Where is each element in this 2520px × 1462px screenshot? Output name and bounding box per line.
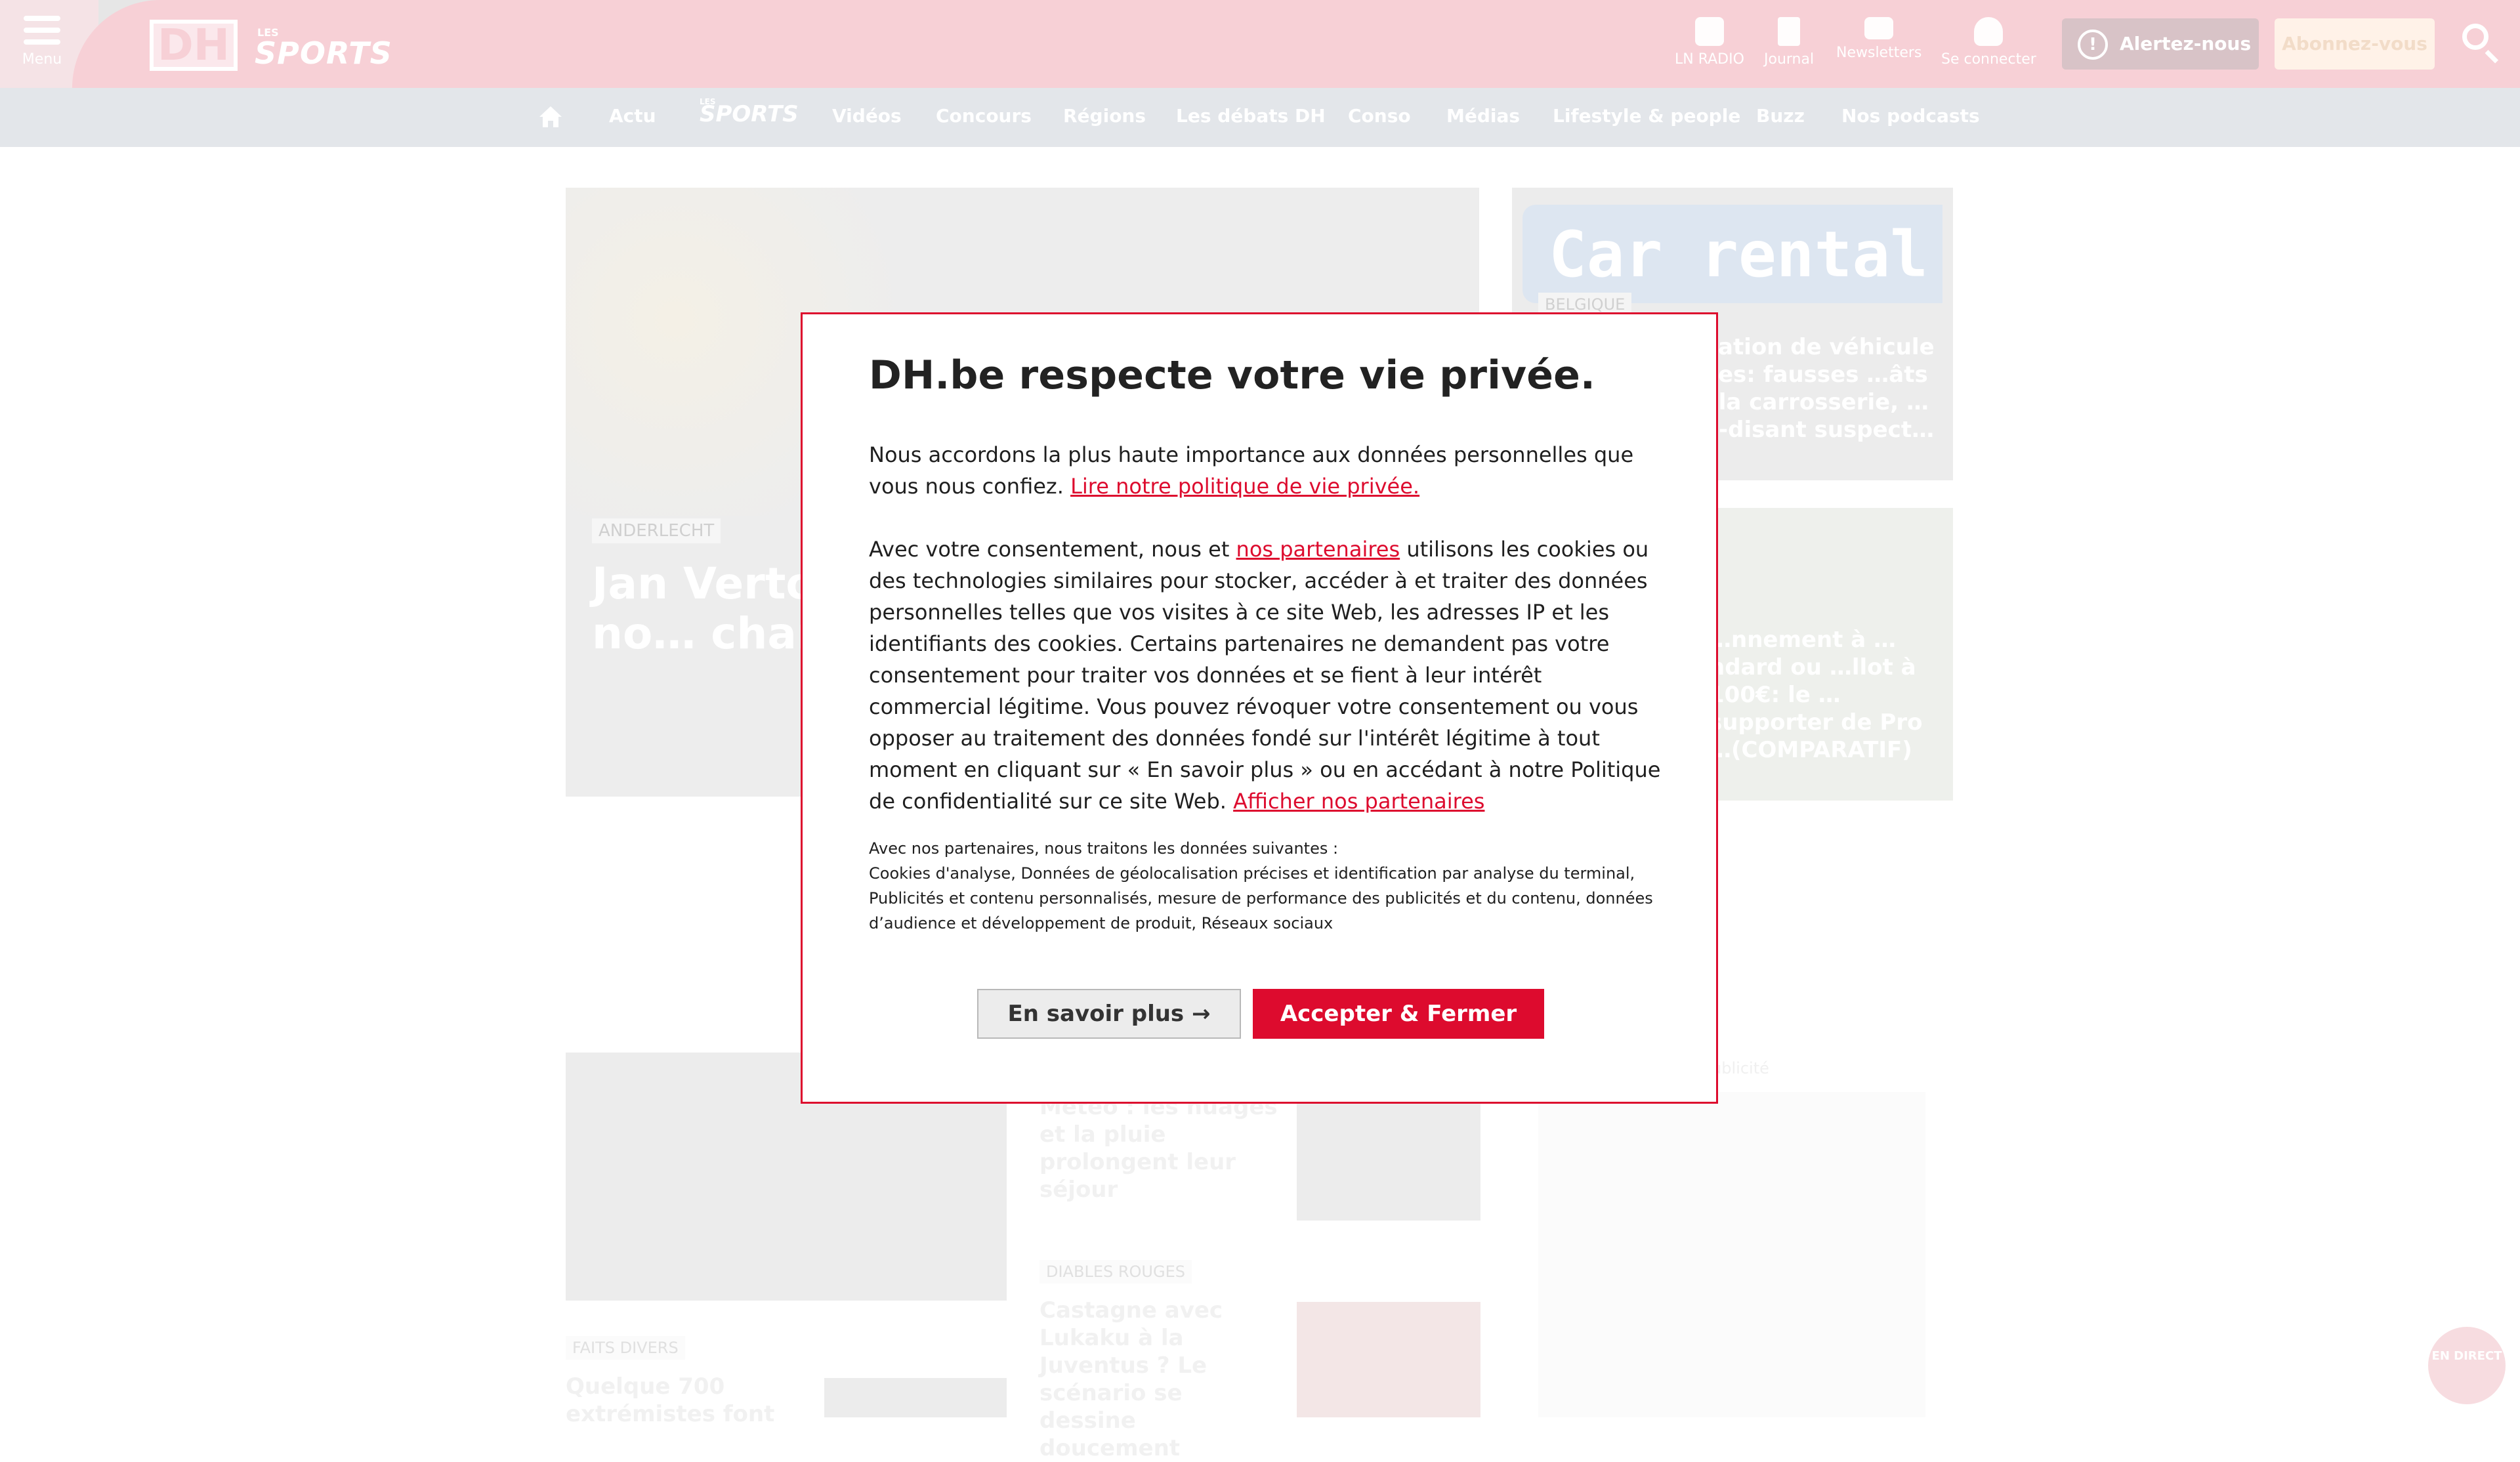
privacy-policy-link[interactable]: Lire notre politique de vie privée. <box>1070 474 1419 499</box>
card2-title: …nnement à …ndard ou …llot à 100€: le …s… <box>1709 627 1923 763</box>
partners-link[interactable]: nos partenaires <box>1236 537 1400 562</box>
newsletter-icon <box>1864 17 1894 39</box>
live-button[interactable]: EN DIRECT <box>2428 1327 2506 1404</box>
nav-item-debats[interactable]: Les débats DH <box>1176 105 1326 127</box>
faits-title[interactable]: Quelque 700 extrémistes font <box>566 1373 802 1428</box>
meteo-title[interactable]: Météo : les nuages et la pluie prolongen… <box>1040 1093 1282 1203</box>
modal-data-purposes: Avec nos partenaires, nous traitons les … <box>869 836 1670 936</box>
ln-radio-link[interactable]: LN RADIO <box>1675 17 1744 68</box>
site-header: Menu DH LES SPORTS LN RADIO Journal News… <box>0 0 2520 88</box>
faits-tag: FAITS DIVERS <box>566 1336 685 1360</box>
home-icon[interactable] <box>538 105 563 129</box>
faits-thumbnail[interactable] <box>824 1378 1007 1417</box>
logo-sports: SPORTS <box>255 35 392 71</box>
nav-item-videos[interactable]: Vidéos <box>832 105 902 127</box>
modal-intro-paragraph: Nous accordons la plus haute importance … <box>869 442 1634 499</box>
show-partners-link[interactable]: Afficher nos partenaires <box>1233 789 1484 814</box>
nav-item-sports[interactable]: LES SPORTS <box>700 97 799 127</box>
alert-icon: ! <box>2078 30 2108 60</box>
modal-consent-paragraph: Avec votre consentement, nous et nos par… <box>869 537 1661 814</box>
accept-close-button[interactable]: Accepter & Fermer <box>1253 989 1544 1039</box>
dh-logo[interactable]: DH LES SPORTS <box>150 20 392 72</box>
diables-tag: DIABLES ROUGES <box>1040 1260 1192 1284</box>
user-icon <box>1974 17 2004 46</box>
modal-title: DH.be respecte votre vie privée. <box>869 352 1596 398</box>
diables-thumbnail[interactable] <box>1297 1302 1480 1417</box>
nav-item-podcasts[interactable]: Nos podcasts <box>1841 105 1980 127</box>
alert-button[interactable]: ! Alertez-nous <box>2062 18 2259 70</box>
journal-link[interactable]: Journal <box>1764 17 1814 68</box>
privacy-consent-modal: DH.be respecte votre vie privée. Nous ac… <box>801 312 1718 1104</box>
nav-item-medias[interactable]: Médias <box>1446 105 1520 127</box>
purposes-body: Cookies d'analyse, Données de géolocalis… <box>869 864 1653 932</box>
nav-item-regions[interactable]: Régions <box>1063 105 1146 127</box>
ad-slot[interactable] <box>1538 1092 1925 1417</box>
nav-item-conso[interactable]: Conso <box>1348 105 1411 127</box>
logo-dh: DH <box>150 20 238 71</box>
diables-title[interactable]: Castagne avec Lukaku à la Juventus ? Le … <box>1040 1297 1282 1462</box>
nav-item-concours[interactable]: Concours <box>936 105 1032 127</box>
radio-icon <box>1694 17 1724 46</box>
search-icon[interactable] <box>2462 24 2488 50</box>
car-rental-sign-image: Car rental <box>1522 205 1942 303</box>
newsletters-link[interactable]: Newsletters <box>1836 17 1922 61</box>
subscribe-button[interactable]: Abonnez-vous <box>2275 18 2435 70</box>
learn-more-button[interactable]: En savoir plus → <box>977 989 1241 1039</box>
nav-item-actu[interactable]: Actu <box>609 105 656 127</box>
nav-item-buzz[interactable]: Buzz <box>1756 105 1805 127</box>
menu-button[interactable]: Menu <box>18 16 66 75</box>
purposes-heading: Avec nos partenaires, nous traitons les … <box>869 839 1339 858</box>
card1-title: …ation de véhicule …es: fausses …âts à l… <box>1696 334 1935 443</box>
login-link[interactable]: Se connecter <box>1941 17 2036 68</box>
hero-tag: ANDERLECHT <box>592 518 721 543</box>
main-nav: Actu LES SPORTS Vidéos Concours Régions … <box>0 88 2520 147</box>
menu-label: Menu <box>22 51 62 68</box>
nav-item-lifestyle[interactable]: Lifestyle & people <box>1553 105 1740 127</box>
journal-icon <box>1778 17 1801 46</box>
meteo-thumbnail[interactable] <box>1297 1092 1480 1221</box>
